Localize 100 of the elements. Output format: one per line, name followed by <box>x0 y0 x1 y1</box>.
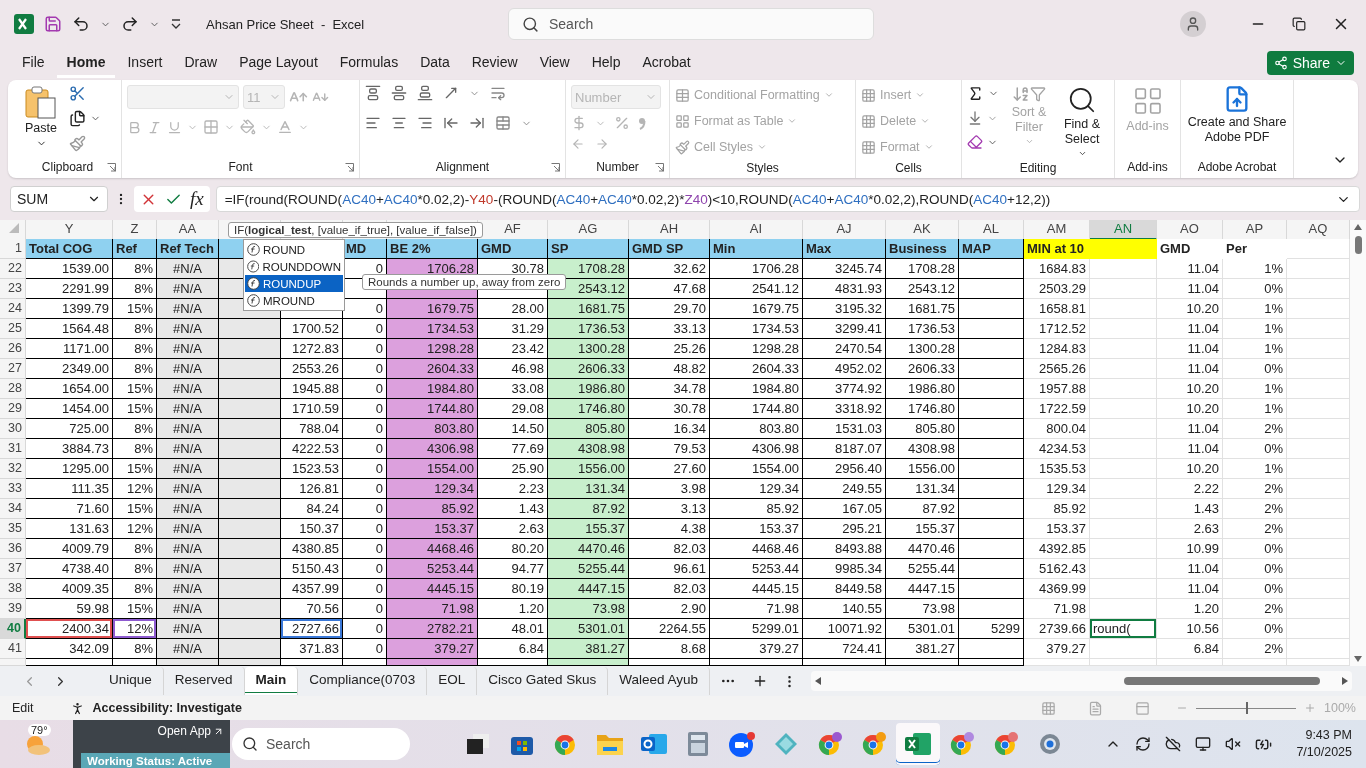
align-left-icon[interactable] <box>365 115 381 131</box>
menu-tab[interactable]: View <box>529 48 580 78</box>
menu-tab[interactable]: Data <box>410 48 460 78</box>
customize-icon[interactable] <box>170 19 182 29</box>
row-header[interactable]: 33 <box>0 479 26 499</box>
scroll-up-icon[interactable] <box>1354 224 1362 230</box>
column-header[interactable]: AO <box>1157 220 1223 239</box>
row-header[interactable]: 29 <box>0 399 26 419</box>
task-view-icon[interactable] <box>467 734 489 754</box>
row-header[interactable]: 38 <box>0 579 26 599</box>
calculator-icon[interactable] <box>688 732 708 756</box>
menu-tab[interactable]: Formulas <box>329 48 409 78</box>
menu-tab[interactable]: Review <box>461 48 528 78</box>
row-header[interactable]: 31 <box>0 439 26 459</box>
autocomplete-item[interactable]: MROUND <box>245 292 343 309</box>
row-header[interactable]: 22 <box>0 259 26 279</box>
column-header[interactable]: AP <box>1223 220 1287 239</box>
create-pdf-button[interactable]: Create and Share Adobe PDF <box>1186 85 1288 156</box>
eraser-icon[interactable] <box>967 134 983 150</box>
taskbar-search-field[interactable]: Search <box>232 728 410 760</box>
launcher-icon[interactable] <box>107 163 116 172</box>
menu-tab[interactable]: Page Layout <box>229 48 328 78</box>
align-right-icon[interactable] <box>417 115 433 131</box>
row-header[interactable]: 32 <box>0 459 26 479</box>
menu-tab[interactable]: Help <box>581 48 631 78</box>
menu-tab[interactable]: Home <box>56 48 116 78</box>
fill-down-icon[interactable] <box>967 110 983 126</box>
name-box[interactable]: SUM <box>10 186 108 212</box>
row-header[interactable]: 27 <box>0 359 26 379</box>
undo-icon[interactable] <box>72 15 90 33</box>
avatar-button[interactable] <box>1180 11 1206 37</box>
restore-icon[interactable] <box>1292 17 1306 31</box>
launcher-icon[interactable] <box>345 163 354 172</box>
launcher-icon[interactable] <box>551 163 560 172</box>
row-header[interactable]: 30 <box>0 419 26 439</box>
column-header[interactable]: AK <box>886 220 959 239</box>
spreadsheet-icon[interactable] <box>905 732 931 756</box>
sheet-tab[interactable]: Unique <box>98 667 164 695</box>
row-header[interactable]: 28 <box>0 379 26 399</box>
column-header[interactable]: AG <box>548 220 629 239</box>
orientation-icon[interactable] <box>443 85 459 101</box>
autocomplete-item[interactable]: ROUNDUP <box>245 275 343 292</box>
formula-field[interactable]: =IF(round(ROUND(AC40+AC40*0.02,2)-Y40-(ROUND(AC40+AC40*0.02,2)*Z40)<10,ROUND(AC40+AC40*0.02,2),ROUND(AC40+12,2)) <box>215 186 1360 212</box>
search-field[interactable]: Search <box>508 8 874 40</box>
format-painter-icon[interactable] <box>69 135 86 152</box>
copy-icon[interactable] <box>69 110 86 127</box>
column-header[interactable]: AI <box>710 220 803 239</box>
row-header[interactable]: 1 <box>0 239 26 259</box>
mute-icon[interactable] <box>1225 736 1242 752</box>
row-header[interactable]: 36 <box>0 539 26 559</box>
network-icon[interactable] <box>1195 736 1212 752</box>
autocomplete-item[interactable]: ROUND <box>245 241 343 258</box>
align-center-icon[interactable] <box>391 115 407 131</box>
column-header[interactable]: AQ <box>1287 220 1350 239</box>
row-header[interactable]: 34 <box>0 499 26 519</box>
wrap-text-icon[interactable] <box>490 85 506 101</box>
save-icon[interactable] <box>44 15 62 33</box>
row-header[interactable]: 41 <box>0 639 26 659</box>
accessibility-status[interactable]: Accessibility: Investigate <box>92 701 242 715</box>
sheet-tab[interactable]: Cisco Gated Skus <box>477 667 609 695</box>
gear-icon[interactable] <box>1038 732 1062 756</box>
autocomplete-item[interactable]: ROUNDDOWN <box>245 258 343 275</box>
row-header[interactable]: 39 <box>0 599 26 619</box>
share-button[interactable]: Share <box>1266 51 1354 75</box>
column-header[interactable]: AJ <box>803 220 886 239</box>
row-header[interactable]: 23 <box>0 279 26 299</box>
add-sheet-icon[interactable] <box>752 673 768 689</box>
folder-icon[interactable] <box>597 733 623 755</box>
menu-tab[interactable]: Insert <box>117 48 173 78</box>
cut-icon[interactable] <box>69 85 86 102</box>
launcher-icon[interactable] <box>655 163 664 172</box>
sheet-tab[interactable]: EOL <box>427 667 478 695</box>
scroll-right-icon[interactable] <box>1342 677 1348 685</box>
scroll-left-icon[interactable] <box>815 677 821 685</box>
align-middle-icon[interactable] <box>391 85 407 101</box>
menu-tab[interactable]: Draw <box>174 48 228 78</box>
column-header[interactable]: Z <box>113 220 157 239</box>
increase-indent-icon[interactable] <box>469 115 485 131</box>
sheet-tab[interactable]: Reserved <box>163 667 245 695</box>
row-header[interactable]: 25 <box>0 319 26 339</box>
align-bottom-icon[interactable] <box>417 85 433 101</box>
browser-profile-icon[interactable] <box>949 731 975 757</box>
column-header[interactable]: AH <box>629 220 710 239</box>
decrease-indent-icon[interactable] <box>443 115 459 131</box>
column-header[interactable]: AM <box>1024 220 1090 239</box>
column-header[interactable]: AL <box>959 220 1024 239</box>
cloud-off-icon[interactable] <box>1165 736 1182 752</box>
merge-icon[interactable] <box>495 115 511 131</box>
sheet-tab[interactable]: Main <box>244 667 299 695</box>
scroll-down-icon[interactable] <box>1354 656 1362 662</box>
spreadsheet-logo-icon[interactable] <box>14 14 34 34</box>
sync-icon[interactable] <box>1135 736 1152 752</box>
row-header[interactable]: 35 <box>0 519 26 539</box>
fill-color-icon[interactable] <box>240 119 256 135</box>
menu-tab[interactable]: File <box>12 48 55 78</box>
sheet-tab[interactable]: Waleed Ayub <box>608 667 710 695</box>
column-header[interactable]: Y <box>26 220 113 239</box>
mail-icon[interactable] <box>641 732 667 756</box>
insert-function-button[interactable]: fx <box>190 188 204 210</box>
paste-button[interactable]: Paste <box>19 85 63 156</box>
